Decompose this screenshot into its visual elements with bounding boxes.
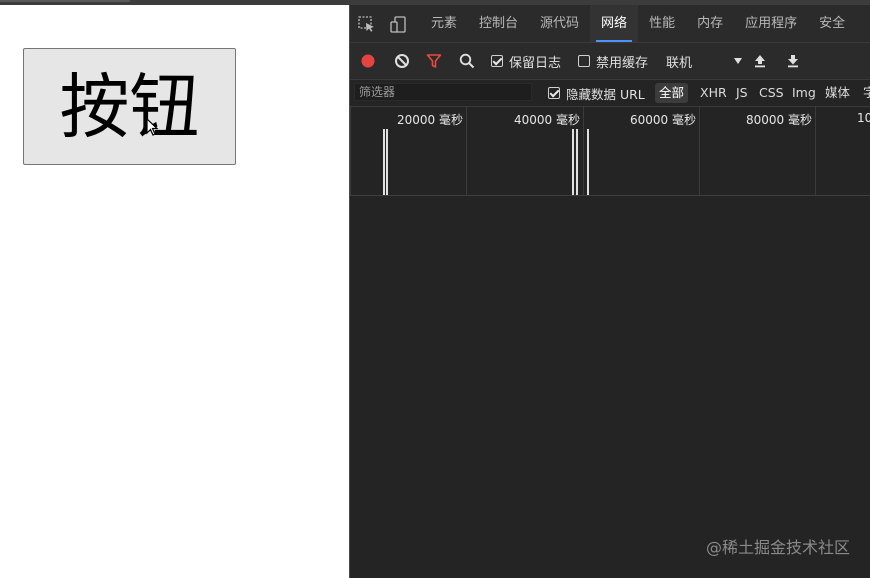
type-filter-css[interactable]: CSS <box>759 83 784 103</box>
search-icon[interactable] <box>459 43 475 79</box>
window-top-highlight <box>0 0 130 2</box>
disable-cache-option[interactable]: 禁用缓存 <box>578 43 648 79</box>
tab-application[interactable]: 应用程序 <box>734 5 808 42</box>
device-icon[interactable] <box>390 16 408 38</box>
record-icon[interactable] <box>361 43 375 79</box>
request-marker <box>572 129 574 195</box>
network-toolbar: 保留日志 禁用缓存 联机 <box>350 43 870 80</box>
page-viewport: 按钮 <box>0 5 349 578</box>
tab-security[interactable]: 安全 <box>808 5 856 42</box>
main-button[interactable]: 按钮 <box>23 48 236 165</box>
type-filter-media[interactable]: 媒体 <box>825 83 850 103</box>
preserve-log-label: 保留日志 <box>509 55 562 71</box>
type-filter-all[interactable]: 全部 <box>655 83 689 103</box>
hide-data-urls-option[interactable]: 隐藏数据 URL <box>548 80 645 106</box>
hide-data-urls-label: 隐藏数据 URL <box>566 86 645 102</box>
tab-network[interactable]: 网络 <box>590 5 639 42</box>
watermark: @稀土掘金技术社区 <box>705 538 850 557</box>
request-marker <box>383 129 385 195</box>
throttle-value: 联机 <box>666 55 693 71</box>
request-marker <box>576 129 578 195</box>
devtools-tabs: 元素 控制台 源代码 网络 性能 内存 应用程序 安全 <box>420 5 856 42</box>
throttle-select[interactable]: 联机 <box>666 43 742 79</box>
dropdown-arrow-icon <box>734 58 742 64</box>
tick-label-20000: 20000 毫秒 <box>397 113 463 127</box>
request-marker <box>587 129 589 195</box>
disable-cache-checkbox[interactable] <box>578 55 590 67</box>
disable-cache-label: 禁用缓存 <box>596 55 649 71</box>
tab-memory[interactable]: 内存 <box>686 5 734 42</box>
tick-line <box>699 107 700 195</box>
type-filter-js[interactable]: JS <box>736 83 748 103</box>
preserve-log-checkbox[interactable] <box>491 55 503 67</box>
inspect-icon[interactable] <box>358 16 376 36</box>
tick-label-60000: 60000 毫秒 <box>630 113 696 127</box>
tab-performance[interactable]: 性能 <box>638 5 686 42</box>
clear-icon[interactable] <box>394 43 410 79</box>
type-filter-xhr[interactable]: XHR <box>700 83 727 103</box>
tick-label-80000: 80000 毫秒 <box>746 113 812 127</box>
tab-elements[interactable]: 元素 <box>420 5 468 42</box>
hide-data-urls-checkbox[interactable] <box>548 87 560 99</box>
upload-icon[interactable] <box>753 43 767 79</box>
network-overview-timeline[interactable]: 20000 毫秒 40000 毫秒 60000 毫秒 80000 毫秒 10 <box>350 107 870 196</box>
filter-input[interactable] <box>354 83 532 101</box>
tab-sources[interactable]: 源代码 <box>529 5 590 42</box>
type-filter-img[interactable]: Img <box>792 83 816 103</box>
type-filter-font[interactable]: 字 <box>863 83 870 103</box>
filter-icon[interactable] <box>426 43 442 79</box>
download-icon[interactable] <box>786 43 800 79</box>
preserve-log-option[interactable]: 保留日志 <box>491 43 561 79</box>
filter-bar: 隐藏数据 URL 全部 XHR JS CSS Img 媒体 字 <box>350 80 870 107</box>
tick-line <box>350 107 351 195</box>
tab-console[interactable]: 控制台 <box>468 5 529 42</box>
tick-label-100000: 10 <box>857 111 870 125</box>
tick-line <box>815 107 816 195</box>
devtools-panel: 元素 控制台 源代码 网络 性能 内存 应用程序 安全 保留日志 禁用缓存 联机… <box>349 5 870 578</box>
tick-line <box>583 107 584 195</box>
cursor-icon <box>146 118 159 136</box>
tick-line <box>466 107 467 195</box>
tick-label-40000: 40000 毫秒 <box>514 113 580 127</box>
request-marker <box>386 129 388 195</box>
devtools-tabbar: 元素 控制台 源代码 网络 性能 内存 应用程序 安全 <box>350 5 870 43</box>
